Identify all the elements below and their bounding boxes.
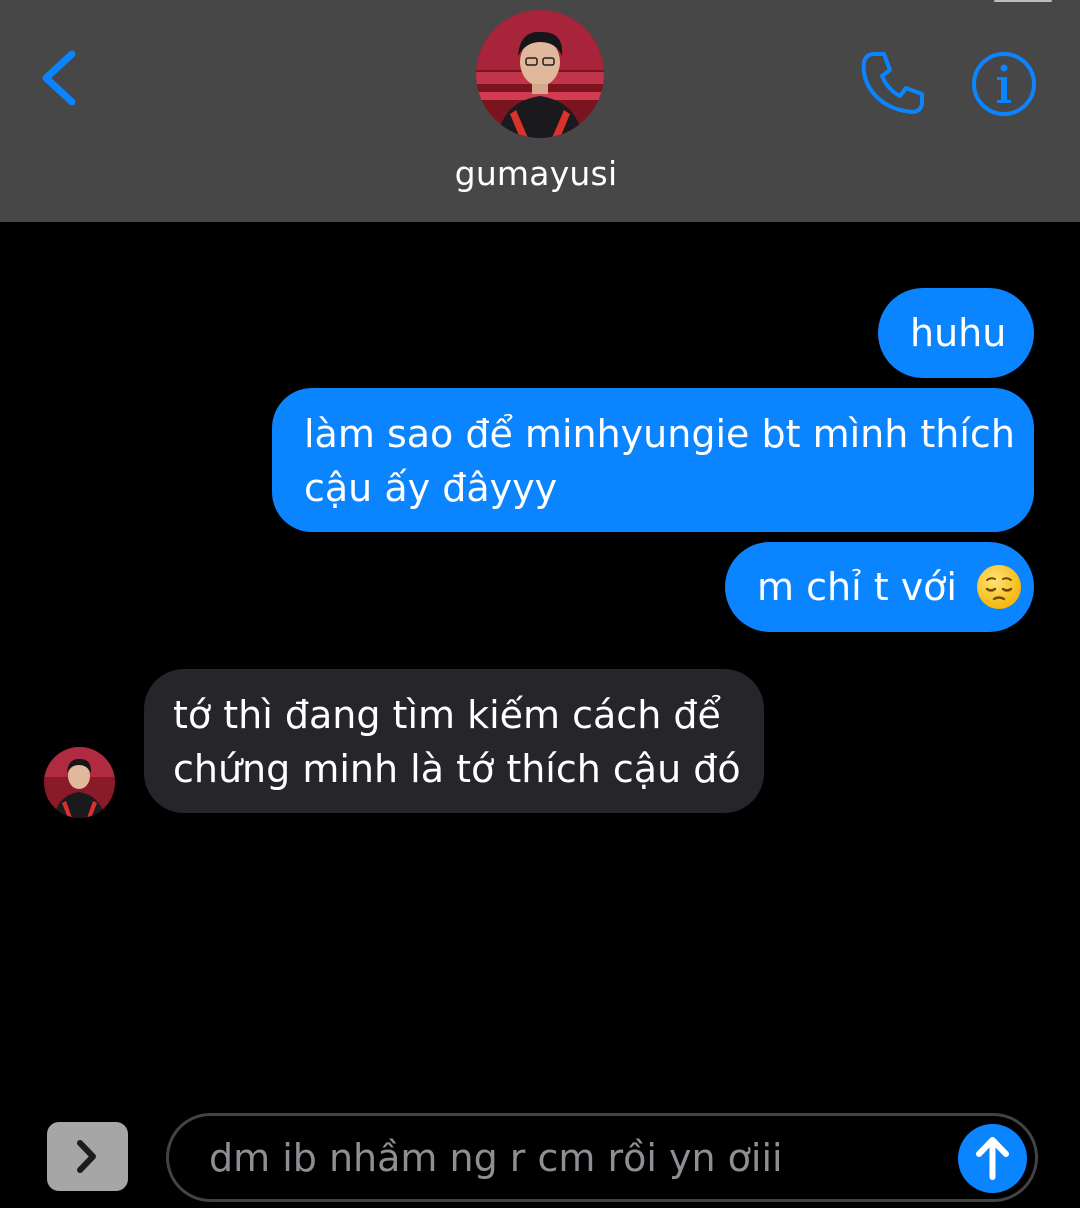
- status-bar-battery-fragment: [994, 0, 1052, 2]
- contact-name[interactable]: gumayusi: [0, 154, 1072, 193]
- contact-avatar[interactable]: [476, 10, 604, 138]
- chevron-left-icon[interactable]: [30, 44, 90, 114]
- outgoing-message-bubble[interactable]: m chỉ t với: [725, 542, 1034, 632]
- contact-avatar-small[interactable]: [44, 747, 115, 818]
- message-input[interactable]: dm ib nhầm ng r cm rồi yn ơiii: [166, 1113, 1038, 1202]
- pensive-face-icon: [975, 563, 1023, 611]
- send-button[interactable]: [958, 1124, 1027, 1193]
- apps-expand-button[interactable]: [47, 1122, 128, 1191]
- message-text: m chỉ t với: [757, 565, 957, 609]
- message-text-line: chứng minh là tớ thích cậu đó: [173, 747, 741, 791]
- chevron-right-icon: [77, 1140, 96, 1173]
- message-text-line: tớ thì đang tìm kiếm cách để: [173, 693, 721, 737]
- incoming-message-bubble[interactable]: tớ thì đang tìm kiếm cách để chứng minh …: [144, 669, 764, 813]
- outgoing-message-bubble[interactable]: làm sao để minhyungie bt mình thích cậu …: [272, 388, 1034, 532]
- message-text-line: làm sao để minhyungie bt mình thích: [304, 412, 1015, 456]
- outgoing-message-bubble[interactable]: huhu: [878, 288, 1034, 378]
- info-circle-icon[interactable]: [970, 50, 1038, 118]
- phone-icon[interactable]: [858, 48, 928, 118]
- conversation-header: gumayusi: [0, 0, 1080, 222]
- message-input-text[interactable]: dm ib nhầm ng r cm rồi yn ơiii: [209, 1132, 783, 1184]
- message-text: huhu: [910, 311, 1007, 355]
- message-text-line: cậu ấy đâyyy: [304, 466, 558, 510]
- arrow-up-icon: [976, 1137, 1009, 1180]
